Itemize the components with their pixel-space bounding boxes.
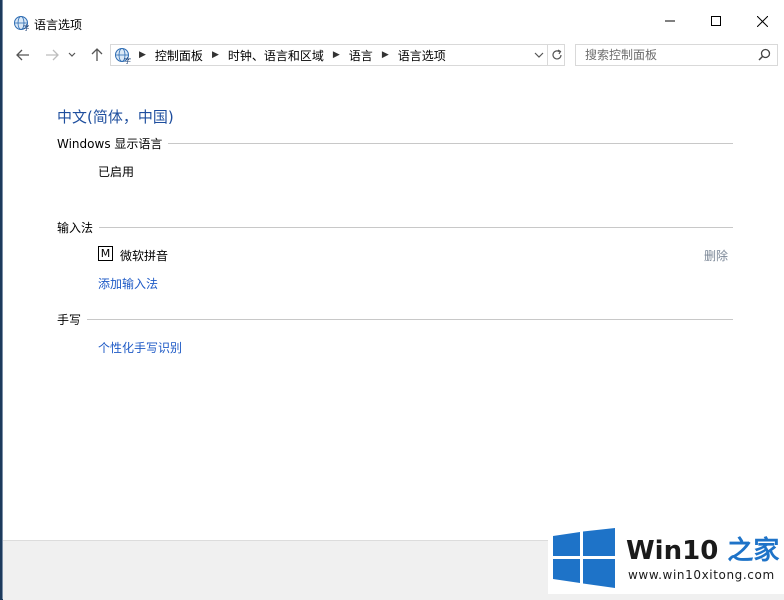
watermark: Win10 之家 www.win10xitong.com — [548, 524, 784, 594]
recent-locations-button[interactable] — [65, 43, 79, 67]
display-language-status: 已启用 — [98, 165, 135, 179]
arrow-up-icon — [91, 48, 103, 61]
refresh-button[interactable] — [547, 45, 565, 65]
breadcrumb: ▶ 控制面板 ▶ 时钟、语言和区域 ▶ 语言 ▶ 语言选项 — [135, 45, 446, 65]
address-bar[interactable]: 字 ▶ 控制面板 ▶ 时钟、语言和区域 ▶ 语言 ▶ 语言选项 — [110, 44, 565, 66]
page-title: 中文(简体，中国) — [57, 108, 174, 126]
remove-ime-link[interactable]: 删除 — [704, 247, 728, 264]
svg-text:字: 字 — [124, 56, 131, 64]
breadcrumb-language-options[interactable]: 语言选项 — [398, 47, 446, 64]
watermark-brand-prefix: Win10 — [626, 536, 719, 566]
search-box[interactable] — [575, 44, 778, 66]
minimize-button[interactable] — [647, 0, 693, 42]
windows-logo-icon — [553, 528, 615, 591]
divider — [87, 318, 733, 320]
chevron-down-icon — [68, 52, 76, 57]
watermark-brand-suffix: 之家 — [727, 536, 780, 566]
arrow-right-icon — [46, 49, 59, 61]
minimize-icon — [665, 20, 675, 22]
language-globe-icon: 字 — [13, 15, 30, 32]
personalize-handwriting-link[interactable]: 个性化手写识别 — [98, 339, 182, 356]
ime-name: 微软拼音 — [120, 249, 169, 263]
chevron-right-icon[interactable]: ▶ — [382, 50, 389, 60]
maximize-button[interactable] — [693, 0, 739, 42]
search-icon[interactable] — [758, 48, 771, 64]
maximize-icon — [711, 16, 721, 26]
watermark-brand: Win10 之家 — [626, 530, 779, 567]
ime-icon: M — [98, 246, 113, 261]
title-bar[interactable]: 字 语言选项 — [3, 0, 784, 42]
watermark-url: www.win10xitong.com — [628, 568, 775, 582]
section-input-method: 输入法 — [57, 219, 733, 235]
section-label: 输入法 — [57, 220, 94, 235]
chevron-right-icon[interactable]: ▶ — [333, 50, 340, 60]
refresh-icon — [551, 49, 562, 60]
close-icon — [756, 15, 768, 27]
section-display-language: Windows 显示语言 — [57, 135, 733, 151]
divider — [168, 142, 733, 144]
close-button[interactable] — [739, 0, 784, 42]
language-globe-icon: 字 — [114, 47, 132, 65]
breadcrumb-clock-language-region[interactable]: 时钟、语言和区域 — [228, 47, 324, 64]
chevron-right-icon[interactable]: ▶ — [212, 50, 219, 60]
back-button[interactable] — [12, 43, 34, 67]
section-label: Windows 显示语言 — [57, 136, 163, 151]
chevron-down-icon — [534, 52, 544, 58]
ime-list-item: M 微软拼音 删除 — [98, 246, 732, 263]
window-title: 语言选项 — [34, 18, 83, 32]
chevron-right-icon[interactable]: ▶ — [139, 50, 146, 60]
forward-button[interactable] — [41, 43, 63, 67]
language-options-window: 字 语言选项 字 ▶ 控制面板 ▶ 时钟、语言和区域 ▶ 语言 ▶ 语言选项 搜… — [2, 0, 784, 600]
breadcrumb-language[interactable]: 语言 — [349, 47, 373, 64]
add-ime-link[interactable]: 添加输入法 — [98, 275, 158, 292]
up-button[interactable] — [86, 43, 108, 67]
svg-text:字: 字 — [23, 23, 29, 31]
divider — [99, 226, 733, 228]
arrow-left-icon — [16, 49, 29, 61]
address-history-button[interactable] — [531, 45, 547, 65]
section-handwriting: 手写 — [57, 311, 733, 327]
breadcrumb-control-panel[interactable]: 控制面板 — [155, 47, 203, 64]
search-input[interactable] — [576, 45, 760, 65]
section-label: 手写 — [57, 312, 82, 327]
